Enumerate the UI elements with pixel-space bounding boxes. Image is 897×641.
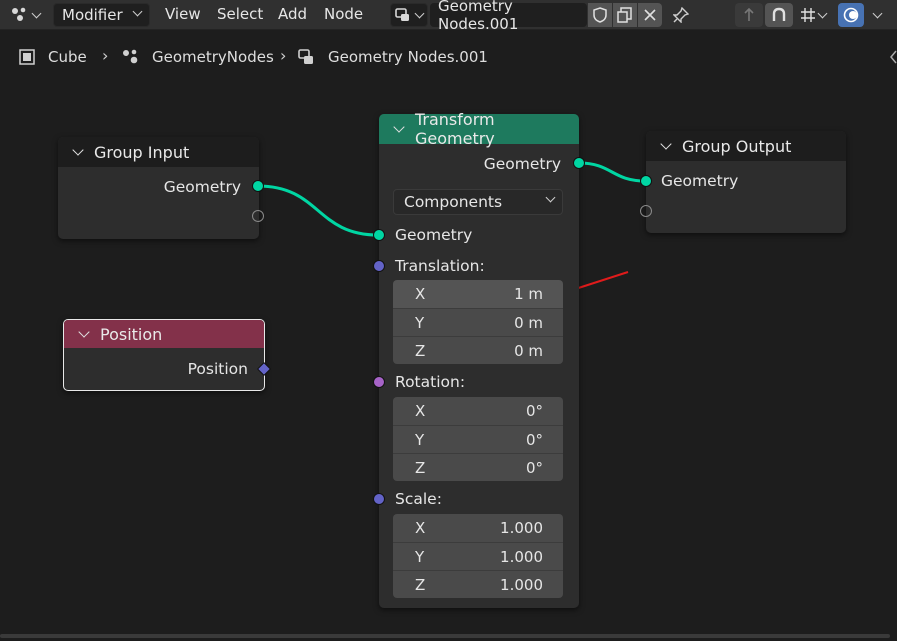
geometry-output-socket[interactable] [573,157,585,169]
scale-x-field[interactable]: X 1.000 [393,514,563,542]
node-title: Transform Geometry [414,110,495,148]
node-title: Group Input [94,142,190,162]
axis-label: Z [415,341,426,360]
socket-label: Geometry [163,178,241,196]
group-input-node[interactable]: Group Input Geometry [58,137,264,239]
axis-label: Z [415,575,426,594]
socket-label: Translation: [395,257,485,275]
scale-input-socket[interactable] [373,493,385,505]
extend-output-socket[interactable] [252,210,264,222]
node-header[interactable]: Group Input [58,137,259,167]
node-title: Position [100,324,163,344]
socket-label: Geometry [483,155,561,173]
horizontal-scrollbar[interactable] [0,634,890,638]
field-value: 0 m [514,313,543,332]
socket-label: Position [187,360,248,378]
axis-label: X [415,519,426,537]
link-group-input-to-transform[interactable] [257,184,379,237]
socket-label: Geometry [395,226,473,244]
scale-z-field[interactable]: Z 1.000 [393,570,563,598]
axis-label: X [415,285,426,303]
chevron-down-icon [545,192,556,203]
translation-input-socket[interactable] [373,260,385,272]
socket-label: Scale: [395,490,442,508]
field-value: 0° [525,402,543,420]
rotation-y-field[interactable]: Y 0° [393,425,563,453]
axis-label: Y [415,313,425,332]
link-transform-to-group-output[interactable] [578,161,646,183]
extend-input-socket[interactable] [640,205,652,217]
axis-label: Z [415,458,426,477]
axis-label: Y [415,547,425,566]
field-value: 1.000 [500,575,543,594]
axis-label: Y [415,430,425,449]
geometry-input-socket[interactable] [373,229,385,241]
mode-value: Components [404,193,503,211]
translation-z-field[interactable]: Z 0 m [393,336,563,364]
transform-geometry-node[interactable]: Transform Geometry Geometry Components G… [373,110,585,608]
scale-y-field[interactable]: Y 1.000 [393,542,563,570]
collapse-chevron-icon[interactable] [72,144,84,156]
collapse-chevron-icon[interactable] [78,326,90,338]
socket-label: Geometry [661,172,739,190]
field-value: 0° [525,430,543,449]
collapse-chevron-icon[interactable] [393,121,405,133]
field-value: 1.000 [500,519,543,537]
geometry-output-socket[interactable] [252,180,264,192]
field-value: 1.000 [500,547,543,566]
position-node[interactable]: Position Position [63,319,272,391]
field-value: 1 m [514,285,543,303]
node-title: Group Output [682,136,792,156]
node-header[interactable]: Transform Geometry [379,110,579,148]
rotation-z-field[interactable]: Z 0° [393,453,563,481]
group-output-node[interactable]: Group Output Geometry [640,131,846,233]
field-value: 0 m [514,341,543,360]
translation-y-field[interactable]: Y 0 m [393,308,563,336]
collapse-chevron-icon[interactable] [660,138,672,150]
socket-label: Rotation: [395,373,466,391]
axis-label: X [415,402,426,420]
node-header[interactable]: Group Output [646,131,846,161]
mode-dropdown[interactable]: Components [393,189,563,215]
node-header[interactable]: Position [64,320,264,348]
field-value: 0° [525,458,543,477]
rotation-x-field[interactable]: X 0° [393,397,563,425]
geometry-input-socket[interactable] [640,175,652,187]
translation-x-field[interactable]: X 1 m [393,280,563,308]
rotation-input-socket[interactable] [373,376,385,388]
